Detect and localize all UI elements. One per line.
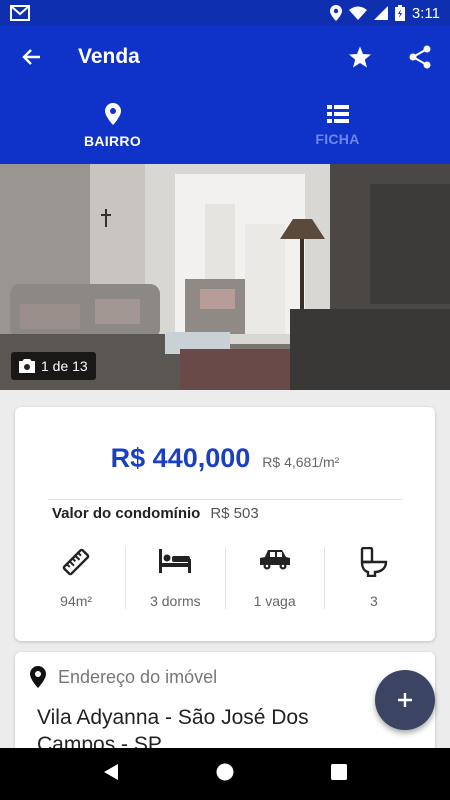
location-icon bbox=[329, 5, 342, 21]
star-icon bbox=[349, 46, 371, 68]
photo-counter: 1 de 13 bbox=[11, 352, 96, 380]
nav-back-button[interactable] bbox=[102, 763, 120, 786]
triangle-back-icon bbox=[104, 763, 118, 780]
location-pin-icon bbox=[30, 666, 46, 688]
toilet-icon bbox=[360, 547, 388, 577]
car-icon bbox=[259, 550, 290, 570]
favorite-button[interactable] bbox=[330, 26, 390, 88]
wifi-icon bbox=[348, 6, 367, 20]
condo-value: R$ 503 bbox=[210, 505, 259, 522]
gmail-icon bbox=[10, 5, 30, 21]
condo-row: Valor do condomínio R$ 503 bbox=[52, 505, 259, 522]
feature-value: 1 vaga bbox=[253, 593, 296, 609]
share-button[interactable] bbox=[390, 26, 450, 88]
price-card: R$ 440,000 R$ 4,681/m² Valor do condomín… bbox=[15, 407, 435, 641]
divider bbox=[48, 499, 402, 500]
circle-home-icon bbox=[216, 763, 234, 780]
nav-recents-button[interactable] bbox=[330, 763, 348, 786]
camera-icon bbox=[19, 359, 35, 373]
plus-icon bbox=[398, 693, 412, 707]
feature-bedrooms: 3 dorms bbox=[126, 547, 226, 609]
signal-icon bbox=[373, 6, 388, 20]
feature-bathrooms: 3 bbox=[325, 547, 423, 609]
price: R$ 440,000 bbox=[110, 443, 251, 473]
app-bar: Venda bbox=[0, 26, 450, 88]
tab-label: BAIRRO bbox=[83, 133, 142, 149]
location-pin-icon bbox=[104, 103, 121, 125]
address-label: Endereço do imóvel bbox=[58, 666, 218, 687]
condo-label: Valor do condomínio bbox=[52, 505, 201, 522]
status-bar: 3:11 bbox=[0, 0, 450, 26]
share-icon bbox=[409, 45, 431, 69]
back-arrow-icon bbox=[22, 49, 40, 65]
feature-value: 3 bbox=[369, 593, 378, 609]
tab-bar: BAIRRO FICHA bbox=[0, 88, 450, 164]
feature-area: 94m² bbox=[27, 547, 127, 609]
price-per-m2: R$ 4,681/m² bbox=[262, 454, 340, 470]
list-icon bbox=[326, 105, 349, 123]
navigation-bar bbox=[0, 748, 450, 800]
feature-value: 94m² bbox=[60, 593, 93, 609]
add-fab-button[interactable] bbox=[375, 670, 435, 730]
feature-value: 3 dorms bbox=[150, 593, 201, 609]
features-row: 94m² 3 dorms 1 vaga 3 bbox=[27, 547, 423, 609]
back-button[interactable] bbox=[0, 26, 62, 88]
page-title: Venda bbox=[78, 45, 140, 68]
ruler-icon bbox=[62, 548, 90, 576]
status-time: 3:11 bbox=[411, 4, 440, 22]
bed-icon bbox=[159, 549, 192, 573]
tab-bairro[interactable]: BAIRRO bbox=[0, 88, 225, 164]
tab-label: FICHA bbox=[315, 131, 360, 147]
nav-home-button[interactable] bbox=[215, 762, 235, 787]
feature-parking: 1 vaga bbox=[226, 547, 325, 609]
photo-counter-text: 1 de 13 bbox=[41, 358, 88, 374]
tab-ficha[interactable]: FICHA bbox=[225, 88, 450, 164]
square-recents-icon bbox=[331, 763, 347, 780]
battery-icon bbox=[394, 5, 405, 21]
